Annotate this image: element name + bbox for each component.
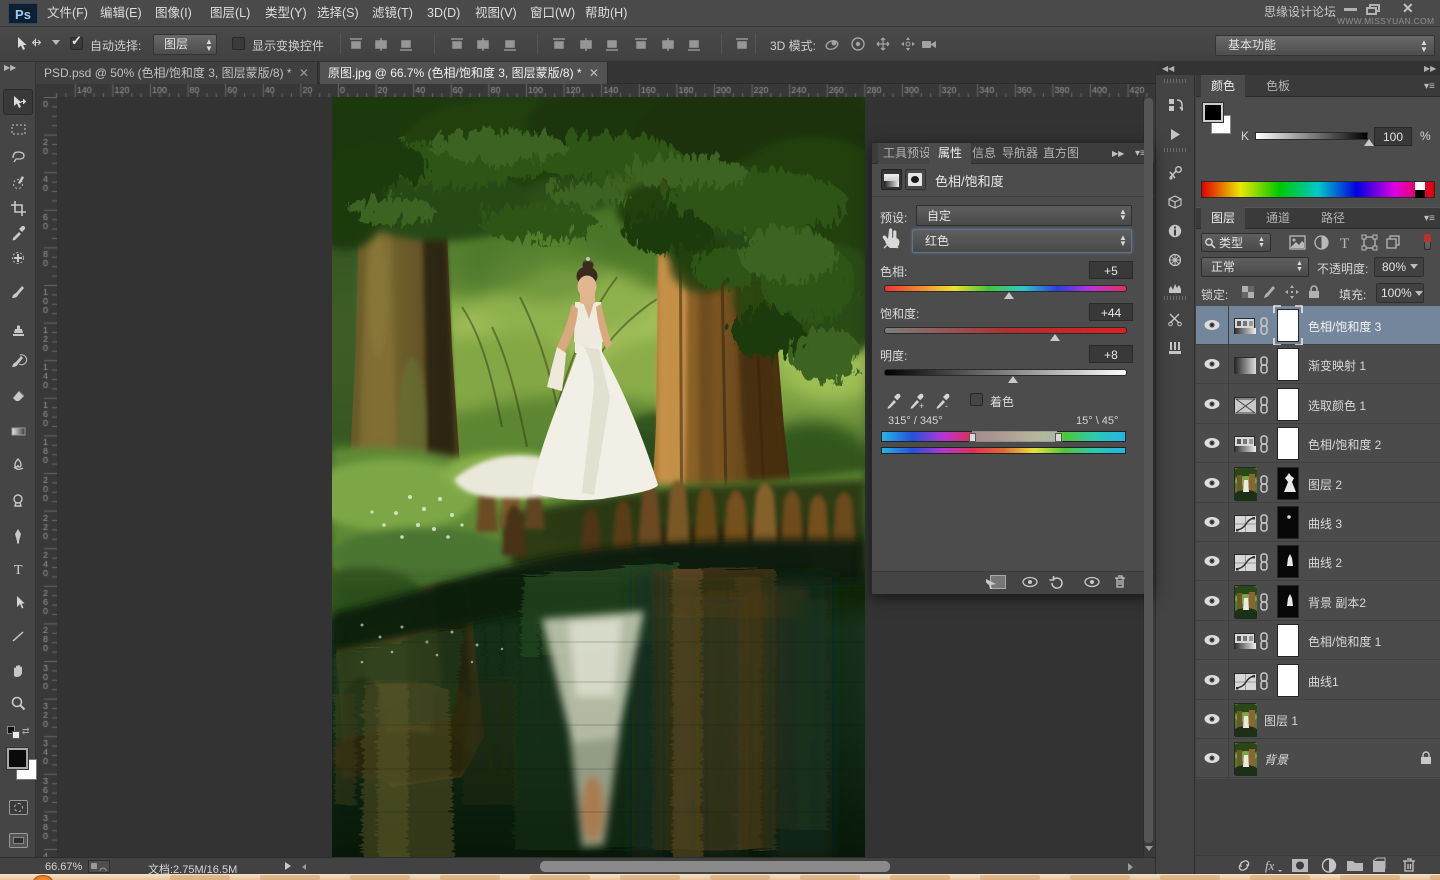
svg-text:+: + — [919, 401, 924, 411]
svg-text:T: T — [14, 563, 23, 578]
svg-text:-: - — [945, 401, 948, 411]
svg-text:fx: fx — [1265, 858, 1275, 873]
svg-text:T: T — [1340, 236, 1349, 251]
